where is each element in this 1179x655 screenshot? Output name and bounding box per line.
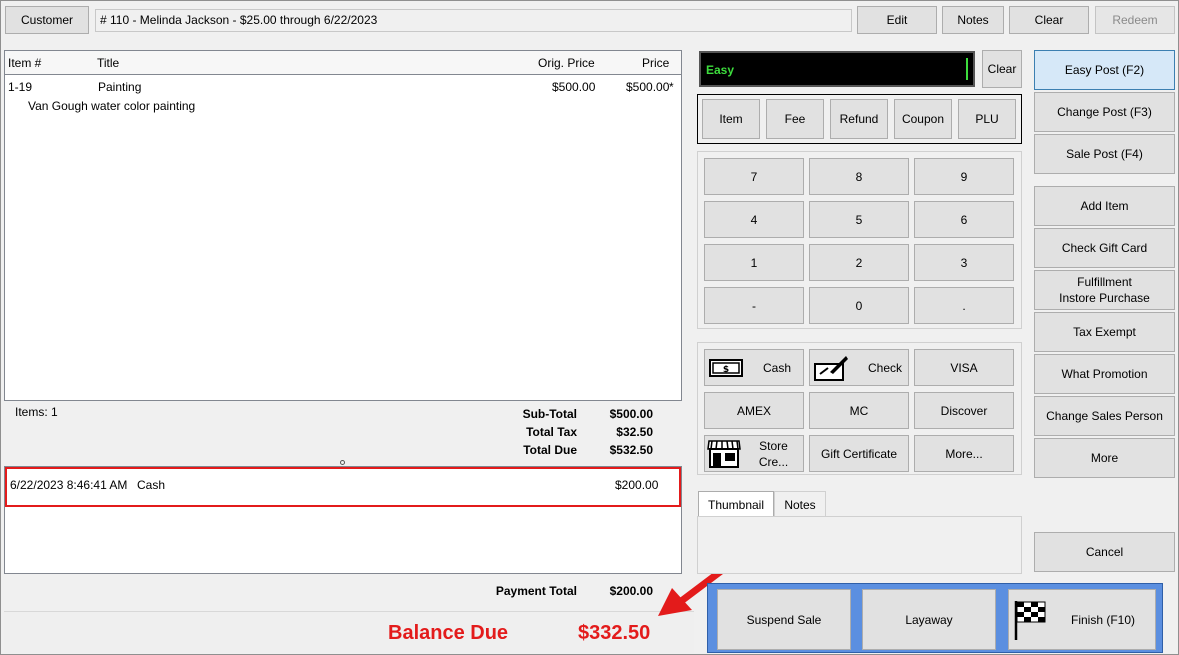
fulfillment-label-line1: Fulfillment bbox=[1077, 275, 1132, 289]
payment-total-label: Payment Total bbox=[495, 584, 577, 598]
store-credit-button[interactable]: Store Cre... bbox=[704, 435, 804, 472]
mc-button[interactable]: MC bbox=[809, 392, 909, 429]
cash-label: Cash bbox=[763, 360, 792, 375]
key-4[interactable]: 4 bbox=[704, 201, 804, 238]
key-3[interactable]: 3 bbox=[914, 244, 1014, 281]
entry-display-text: Easy bbox=[706, 63, 735, 77]
row-description: Van Gough water color painting bbox=[28, 99, 196, 113]
easy-post-button[interactable]: Easy Post (F2) bbox=[1034, 50, 1175, 90]
customer-button[interactable]: Customer bbox=[5, 6, 89, 34]
finish-label: Finish (F10) bbox=[1071, 612, 1136, 627]
entry-display[interactable]: Easy bbox=[699, 51, 975, 87]
col-item-no[interactable]: Item # bbox=[8, 56, 41, 70]
visa-button[interactable]: VISA bbox=[914, 349, 1014, 386]
store-credit-label: Store Cre... bbox=[758, 438, 789, 469]
table-row[interactable]: 1-19 Painting $500.00 $500.00 * Van Goug… bbox=[5, 77, 681, 117]
subtotal-label: Sub-Total bbox=[522, 407, 577, 421]
key-6[interactable]: 6 bbox=[914, 201, 1014, 238]
key-8[interactable]: 8 bbox=[809, 158, 909, 195]
add-item-button[interactable]: Add Item bbox=[1034, 186, 1175, 226]
balance-label: Balance Due bbox=[388, 622, 509, 644]
fulfillment-label-line2: Instore Purchase bbox=[1059, 291, 1150, 305]
payments-list: 6/22/2023 8:46:41 AM Cash $200.00 bbox=[4, 466, 682, 574]
key-decimal[interactable]: . bbox=[914, 287, 1014, 324]
what-promotion-button[interactable]: What Promotion bbox=[1034, 354, 1175, 394]
entry-cursor bbox=[966, 58, 968, 80]
cash-button[interactable]: $ Cash bbox=[704, 349, 804, 386]
splitter-handle[interactable] bbox=[340, 460, 345, 465]
row-title: Painting bbox=[98, 80, 142, 94]
cash-icon: $ bbox=[709, 358, 743, 378]
key-2[interactable]: 2 bbox=[809, 244, 909, 281]
svg-text:$: $ bbox=[723, 365, 729, 375]
col-title[interactable]: Title bbox=[97, 56, 119, 70]
items-table-header: Item # Title Orig. Price Price bbox=[5, 51, 681, 75]
mode-item-button[interactable]: Item bbox=[702, 99, 760, 139]
payment-row[interactable]: 6/22/2023 8:46:41 AM Cash $200.00 bbox=[5, 467, 681, 507]
payment-total-value: $200.00 bbox=[609, 584, 653, 598]
key-1[interactable]: 1 bbox=[704, 244, 804, 281]
change-sales-person-button[interactable]: Change Sales Person bbox=[1034, 396, 1175, 436]
row-item-no: 1-19 bbox=[8, 80, 33, 94]
due-value: $532.50 bbox=[609, 443, 653, 457]
more-tender-button[interactable]: More... bbox=[914, 435, 1014, 472]
mode-refund-button[interactable]: Refund bbox=[830, 99, 888, 139]
clear-header-button[interactable]: Clear bbox=[1009, 6, 1089, 34]
edit-button[interactable]: Edit bbox=[857, 6, 937, 34]
mode-coupon-button[interactable]: Coupon bbox=[894, 99, 952, 139]
check-icon bbox=[814, 354, 848, 382]
check-label: Check bbox=[868, 360, 903, 375]
row-orig-price: $500.00 bbox=[552, 80, 596, 94]
change-post-button[interactable]: Change Post (F3) bbox=[1034, 92, 1175, 132]
balance-value: $332.50 bbox=[578, 622, 651, 644]
tax-exempt-button[interactable]: Tax Exempt bbox=[1034, 312, 1175, 352]
payment-datetime: 6/22/2023 8:46:41 AM bbox=[10, 478, 128, 492]
subtotal-value: $500.00 bbox=[609, 407, 653, 421]
items-table: Item # Title Orig. Price Price 1-19 Pain… bbox=[4, 50, 682, 401]
finish-button[interactable]: Finish (F10) bbox=[1008, 589, 1156, 650]
tax-label: Total Tax bbox=[526, 425, 577, 439]
col-orig-price[interactable]: Orig. Price bbox=[538, 56, 595, 70]
checkered-flag-icon bbox=[1013, 599, 1047, 641]
store-icon bbox=[707, 439, 741, 469]
col-price[interactable]: Price bbox=[642, 56, 669, 70]
entry-clear-button[interactable]: Clear bbox=[982, 50, 1022, 88]
row-price: $500.00 bbox=[626, 80, 670, 94]
key-minus[interactable]: - bbox=[704, 287, 804, 324]
more-button[interactable]: More bbox=[1034, 438, 1175, 478]
check-gift-card-button[interactable]: Check Gift Card bbox=[1034, 228, 1175, 268]
mode-fee-button[interactable]: Fee bbox=[766, 99, 824, 139]
amex-button[interactable]: AMEX bbox=[704, 392, 804, 429]
tab-thumbnail[interactable]: Thumbnail bbox=[698, 491, 774, 517]
check-button[interactable]: Check bbox=[809, 349, 909, 386]
fulfillment-button[interactable]: Fulfillment Instore Purchase bbox=[1034, 270, 1175, 310]
key-0[interactable]: 0 bbox=[809, 287, 909, 324]
key-9[interactable]: 9 bbox=[914, 158, 1014, 195]
gift-certificate-button[interactable]: Gift Certificate bbox=[809, 435, 909, 472]
cancel-button[interactable]: Cancel bbox=[1034, 532, 1175, 572]
layaway-button[interactable]: Layaway bbox=[862, 589, 996, 650]
customer-info-field: # 110 - Melinda Jackson - $25.00 through… bbox=[95, 9, 852, 32]
items-count: Items: 1 bbox=[15, 405, 58, 419]
thumbnail-panel bbox=[697, 516, 1022, 574]
key-5[interactable]: 5 bbox=[809, 201, 909, 238]
mode-plu-button[interactable]: PLU bbox=[958, 99, 1016, 139]
key-7[interactable]: 7 bbox=[704, 158, 804, 195]
suspend-sale-button[interactable]: Suspend Sale bbox=[717, 589, 851, 650]
payment-method: Cash bbox=[137, 478, 166, 492]
discover-button[interactable]: Discover bbox=[914, 392, 1014, 429]
payment-amount: $200.00 bbox=[615, 478, 659, 492]
redeem-button[interactable]: Redeem bbox=[1095, 6, 1175, 34]
due-label: Total Due bbox=[523, 443, 577, 457]
tax-value: $32.50 bbox=[616, 425, 653, 439]
tab-notes[interactable]: Notes bbox=[774, 491, 826, 517]
sale-post-button[interactable]: Sale Post (F4) bbox=[1034, 134, 1175, 174]
row-flag: * bbox=[669, 80, 674, 94]
notes-button[interactable]: Notes bbox=[942, 6, 1004, 34]
